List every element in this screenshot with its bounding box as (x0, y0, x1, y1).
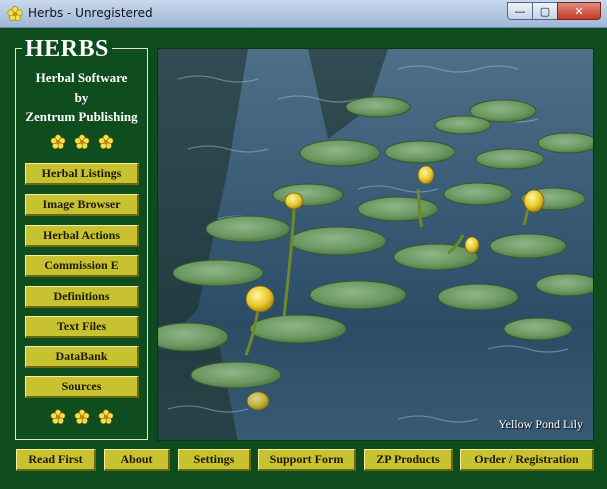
flower-icon (97, 134, 113, 150)
subtitle-line-2: by (74, 89, 89, 105)
nav-herbal-listings-button[interactable]: Herbal Listings (25, 163, 139, 185)
settings-button[interactable]: Settings (178, 449, 251, 471)
herb-image: Yellow Pond Lily (157, 48, 594, 441)
maximize-icon: ▢ (539, 4, 551, 18)
image-caption: Yellow Pond Lily (498, 417, 583, 431)
flower-icon (97, 409, 113, 425)
title-bar[interactable]: Herbs - Unregistered — ▢ ✕ (0, 0, 607, 28)
nav-databank-button[interactable]: DataBank (25, 346, 139, 368)
flower-icon (73, 409, 89, 425)
flower-row-top (15, 134, 148, 150)
nav-definitions-button[interactable]: Definitions (25, 286, 139, 308)
minimize-button[interactable]: — (507, 2, 533, 20)
close-icon: ✕ (574, 4, 584, 18)
flower-icon (49, 134, 65, 150)
flower-row-bottom (15, 409, 148, 425)
close-button[interactable]: ✕ (557, 2, 601, 20)
about-button[interactable]: About (104, 449, 170, 471)
brand-logo: HERBS (22, 36, 112, 63)
main-frame: HERBS Herbal Software by Zentrum Publish… (0, 28, 607, 489)
subtitle-line-3: Zentrum Publishing (25, 109, 138, 124)
minimize-icon: — (514, 4, 526, 18)
pond-lily-photo (158, 49, 593, 440)
nav-commission-e-button[interactable]: Commission E (25, 255, 139, 277)
read-first-button[interactable]: Read First (16, 449, 96, 471)
zp-products-button[interactable]: ZP Products (364, 449, 453, 471)
support-form-button[interactable]: Support Form (258, 449, 356, 471)
brand-subtitle: Herbal Software by Zentrum Publishing (15, 68, 148, 127)
window-title: Herbs - Unregistered (28, 6, 153, 20)
window-controls: — ▢ ✕ (507, 2, 601, 22)
subtitle-line-1: Herbal Software (35, 70, 128, 85)
flower-icon (73, 134, 89, 150)
nav-sources-button[interactable]: Sources (25, 376, 139, 398)
flower-icon (49, 409, 65, 425)
nav-herbal-actions-button[interactable]: Herbal Actions (25, 225, 139, 247)
maximize-button[interactable]: ▢ (532, 2, 558, 20)
order-registration-button[interactable]: Order / Registration (460, 449, 594, 471)
flower-icon (7, 6, 23, 22)
nav-image-browser-button[interactable]: Image Browser (25, 194, 139, 216)
nav-text-files-button[interactable]: Text Files (25, 316, 139, 338)
